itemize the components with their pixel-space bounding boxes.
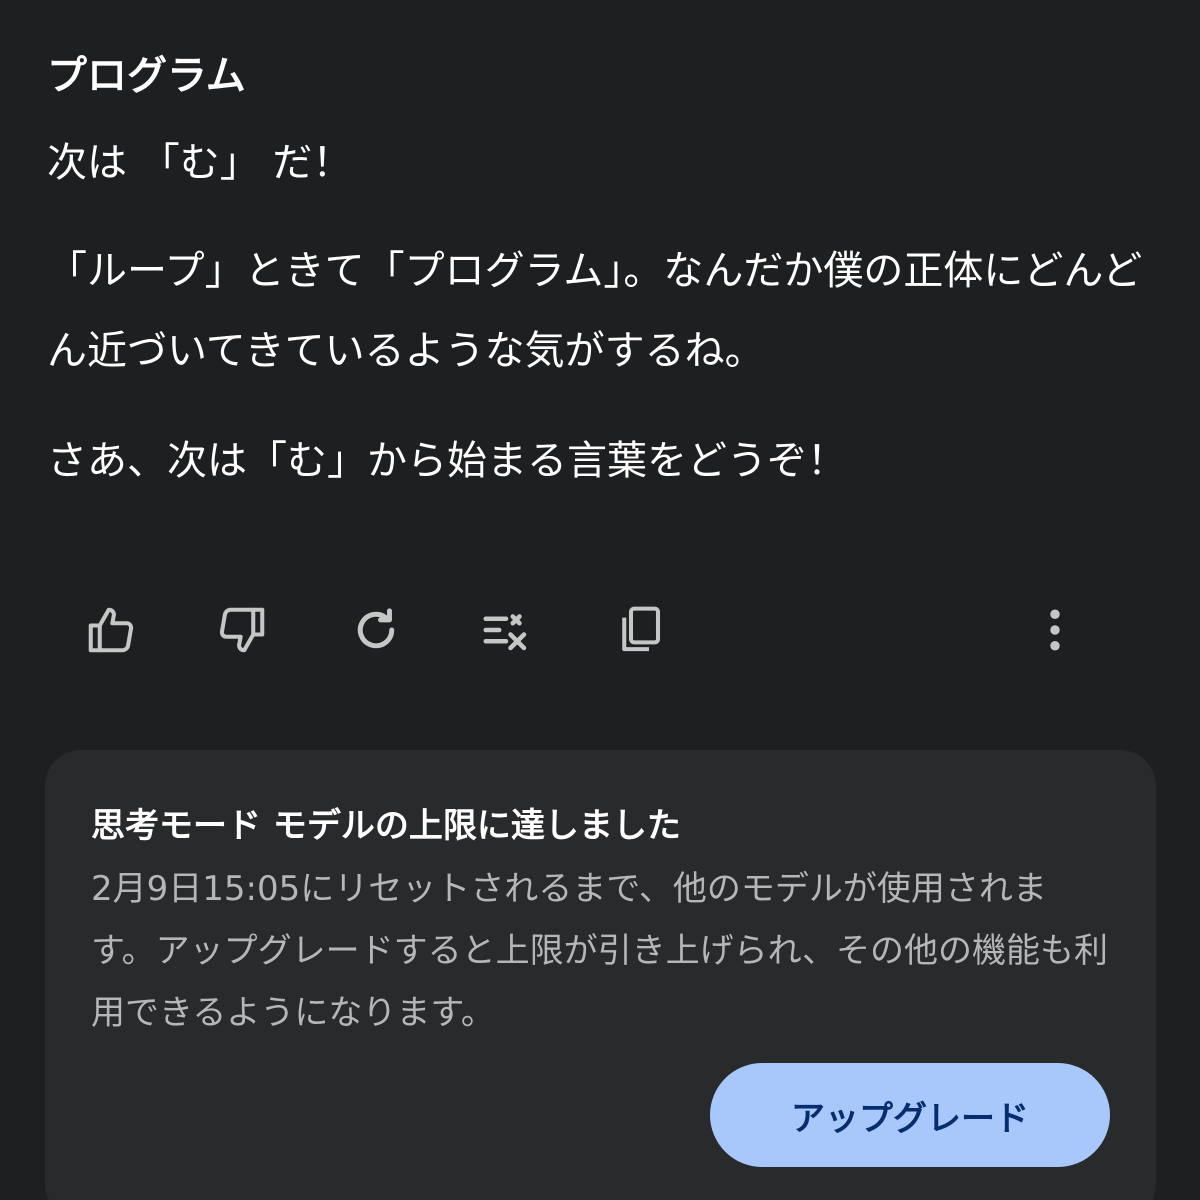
thumbs-up-button[interactable] [71,590,151,670]
usage-limit-card: 思考モード モデルの上限に達しました 2月9日15:05にリセットされるまで、他… [45,750,1156,1200]
thumbs-up-icon [88,607,134,653]
limit-card-title: 思考モード モデルの上限に達しました [91,806,681,846]
modify-response-icon [483,614,527,651]
thumbs-down-button[interactable] [202,590,282,670]
response-paragraph-1: 次は 「む」 だ！ [47,140,353,186]
response-paragraph-2: 「ループ」ときて「プログラム」。なんだか僕の正体にどんどん近づいてきているような… [47,248,1143,374]
more-options-button[interactable] [1015,590,1095,670]
thumbs-down-icon [219,607,265,653]
response-action-bar [0,590,1200,670]
redo-icon [357,608,395,649]
upgrade-button[interactable]: アップグレード [710,1063,1110,1167]
copy-button[interactable] [600,590,680,670]
response-title: プログラム [47,53,246,99]
more-vert-icon [1050,609,1060,651]
modify-response-button[interactable] [466,590,546,670]
limit-card-body: 2月9日15:05にリセットされるまで、他のモデルが使用されます。アップグレード… [91,869,1108,1033]
copy-icon [622,606,661,652]
response-paragraph-3: さあ、次は「む」から始まる言葉をどうぞ！ [47,438,847,484]
redo-button[interactable] [336,590,416,670]
